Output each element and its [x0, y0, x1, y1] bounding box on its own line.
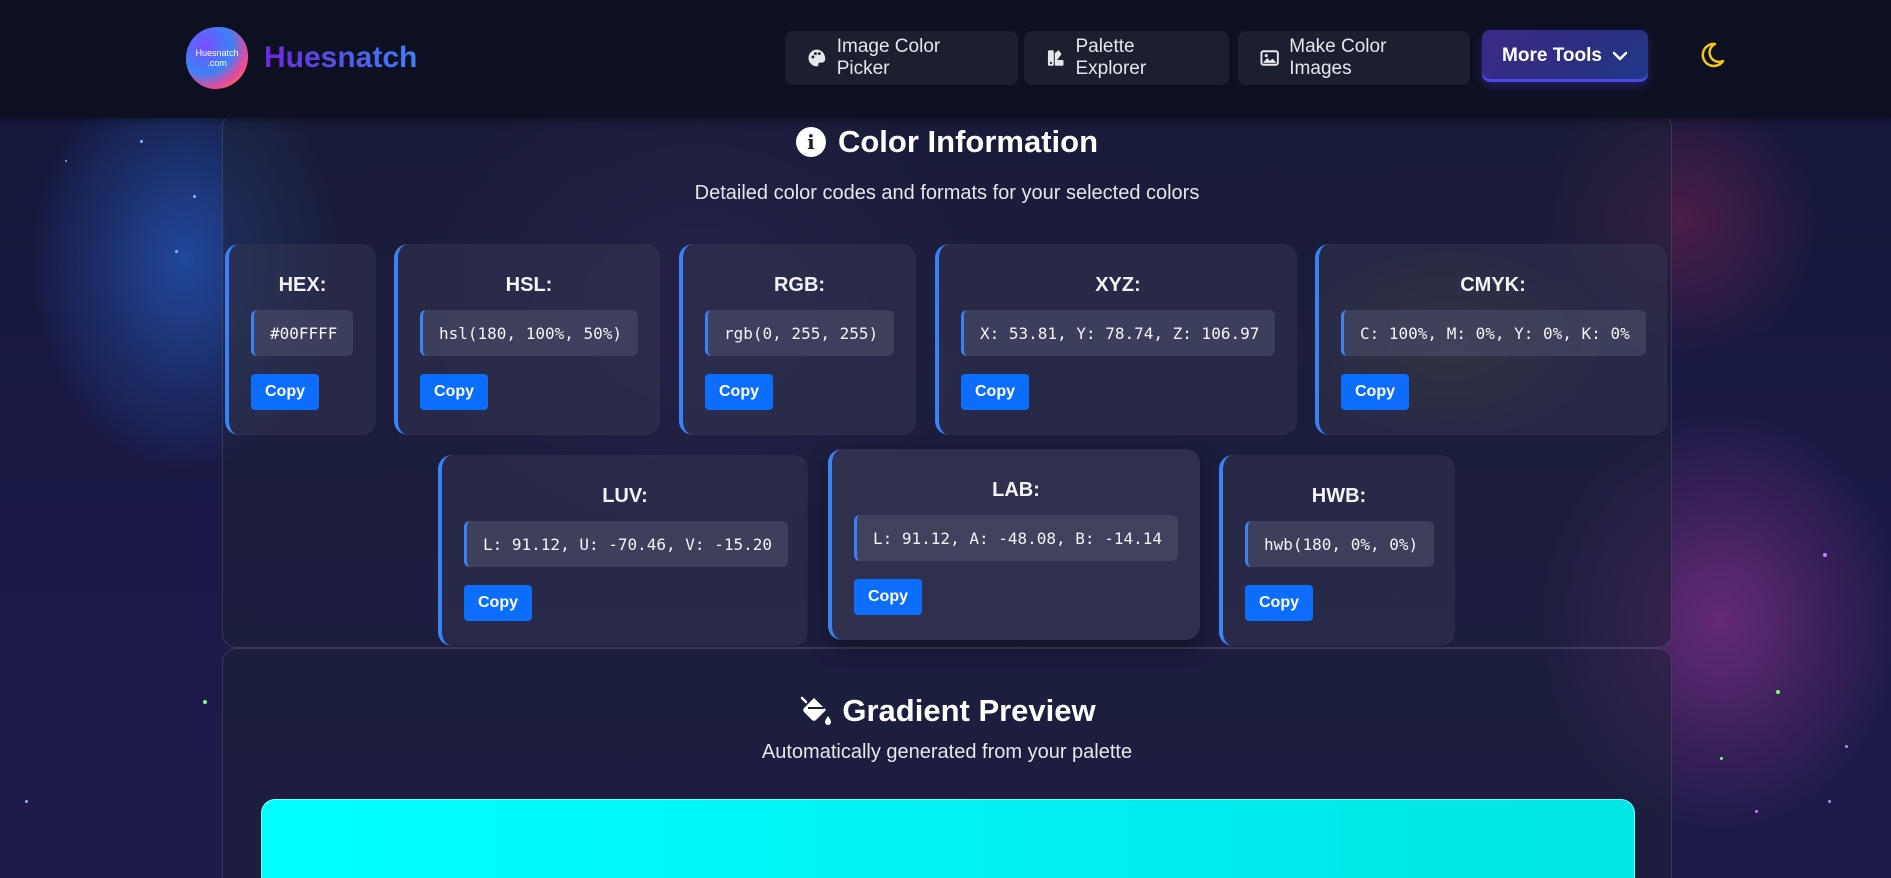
- gradient-preview-panel: Gradient Preview Automatically generated…: [222, 648, 1672, 878]
- star: [25, 800, 28, 803]
- star: [1828, 800, 1831, 803]
- card-value: #00FFFF: [251, 310, 354, 356]
- chevron-down-icon: [1612, 51, 1628, 61]
- gradient-subtitle: Automatically generated from your palett…: [761, 741, 1133, 763]
- color-card-cmyk: CMYK: C: 100%, M: 0%, Y: 0%, K: 0% Copy: [1315, 244, 1667, 435]
- star: [1845, 745, 1848, 748]
- gradient-title: Gradient Preview: [842, 693, 1096, 728]
- star: [1823, 553, 1827, 557]
- brand-name: Huesnatch: [264, 41, 418, 74]
- card-value: rgb(0, 255, 255): [705, 310, 895, 356]
- top-navbar: Huesnatch .com Huesnatch Image Color Pic…: [0, 0, 1891, 118]
- card-label: RGB:: [773, 274, 826, 296]
- star: [1720, 757, 1723, 760]
- star: [175, 250, 178, 253]
- color-card-lab: LAB: L: 91.12, A: -48.08, B: -14.14 Copy: [828, 449, 1200, 640]
- fill-bucket-icon: [801, 696, 832, 725]
- color-card-hwb: HWB: hwb(180, 0%, 0%) Copy: [1219, 455, 1455, 646]
- copy-button[interactable]: Copy: [1341, 374, 1409, 410]
- logo-link[interactable]: Huesnatch .com Huesnatch: [186, 27, 417, 89]
- copy-button[interactable]: Copy: [961, 374, 1029, 410]
- copy-button[interactable]: Copy: [420, 374, 488, 410]
- section-title: i Color Information: [223, 124, 1671, 160]
- card-value: C: 100%, M: 0%, Y: 0%, K: 0%: [1341, 310, 1646, 356]
- section-title: Gradient Preview: [223, 693, 1671, 729]
- copy-button[interactable]: Copy: [854, 579, 922, 615]
- card-label: LUV:: [602, 485, 648, 507]
- image-icon: [1260, 50, 1279, 66]
- copy-button[interactable]: Copy: [464, 585, 532, 621]
- star: [65, 160, 67, 162]
- card-value: L: 91.12, A: -48.08, B: -14.14: [854, 515, 1178, 561]
- card-label: HEX:: [278, 274, 327, 296]
- palette-icon: [808, 49, 826, 67]
- star: [140, 140, 143, 143]
- nav-label: Make Color Images: [1289, 36, 1387, 79]
- card-label: HWB:: [1311, 485, 1367, 507]
- star: [1755, 810, 1758, 813]
- nav-label: Palette Explorer: [1075, 36, 1147, 79]
- copy-button[interactable]: Copy: [1245, 585, 1313, 621]
- card-label: XYZ:: [1095, 274, 1141, 296]
- copy-button[interactable]: Copy: [705, 374, 773, 410]
- swatchbook-icon: [1047, 50, 1064, 66]
- info-icon: i: [795, 127, 826, 157]
- card-value: hwb(180, 0%, 0%): [1245, 521, 1435, 567]
- nav-image-color-picker[interactable]: Image Color Picker: [785, 31, 1018, 85]
- star: [193, 195, 196, 198]
- moon-icon[interactable]: [1697, 40, 1727, 70]
- star: [203, 700, 207, 704]
- color-card-hsl: HSL: hsl(180, 100%, 50%) Copy: [394, 244, 660, 435]
- logo-image: Huesnatch .com: [186, 27, 248, 89]
- color-card-luv: LUV: L: 91.12, U: -70.46, V: -15.20 Copy: [438, 455, 808, 646]
- nav-make-color-images[interactable]: Make Color Images: [1238, 31, 1470, 85]
- color-card-hex: HEX: #00FFFF Copy: [225, 244, 376, 435]
- card-value: L: 91.12, U: -70.46, V: -15.20: [464, 521, 788, 567]
- color-info-subtitle: Detailed color codes and formats for you…: [694, 182, 1200, 204]
- card-label: CMYK:: [1460, 274, 1526, 296]
- star: [1776, 690, 1780, 694]
- color-info-title: Color Information: [837, 124, 1099, 159]
- logo-text: Huesnatch .com: [195, 48, 239, 68]
- card-value: hsl(180, 100%, 50%): [420, 310, 639, 356]
- more-tools-label: More Tools: [1502, 45, 1602, 66]
- color-card-rgb: RGB: rgb(0, 255, 255) Copy: [679, 244, 916, 435]
- more-tools-dropdown[interactable]: More Tools: [1482, 30, 1648, 82]
- gradient-preview-swatch: [261, 799, 1635, 878]
- card-label: LAB:: [992, 479, 1040, 501]
- copy-button[interactable]: Copy: [251, 374, 319, 410]
- card-value: X: 53.81, Y: 78.74, Z: 106.97: [961, 310, 1276, 356]
- card-label: HSL:: [505, 274, 553, 296]
- color-card-xyz: XYZ: X: 53.81, Y: 78.74, Z: 106.97 Copy: [935, 244, 1297, 435]
- nav-label: Image Color Picker: [836, 36, 941, 79]
- nav-palette-explorer[interactable]: Palette Explorer: [1024, 31, 1229, 85]
